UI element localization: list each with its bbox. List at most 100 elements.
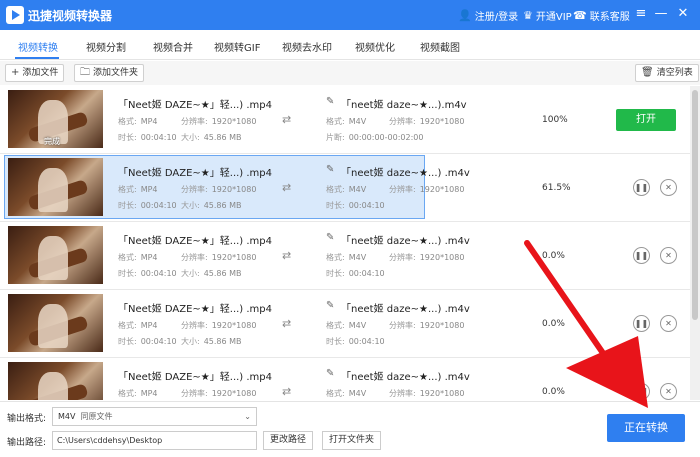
edit-name-icon[interactable]: ✎ <box>326 368 334 379</box>
source-size: 大小: 45.86 MB <box>181 268 242 279</box>
resolution-val: 1920*1080 <box>211 185 257 194</box>
format-val: M4V <box>348 253 367 262</box>
output-segment: 时长: 00:04:10 <box>326 200 385 211</box>
format-val: M4V <box>348 117 367 126</box>
source-resolution: 分辨率: 1920*1080 <box>181 320 256 331</box>
video-thumbnail: 完成 <box>8 90 103 148</box>
output-format: 格式: M4V <box>326 388 366 399</box>
pause-icon[interactable]: ❚❚ <box>633 315 650 332</box>
open-button[interactable]: 打开 <box>616 109 676 131</box>
active-tab-indicator <box>15 57 59 59</box>
list-scrollbar[interactable] <box>690 86 700 400</box>
segment-val: 00:04:10 <box>348 269 385 278</box>
edit-name-icon[interactable]: ✎ <box>326 300 334 311</box>
source-duration: 时长: 00:04:10 <box>118 336 177 347</box>
add-file-label: 添加文件 <box>22 68 59 78</box>
file-row[interactable]: 「Neet姬 DAZE~★」轻...) .mp4 格式: MP4 分辨率: 1920*1… <box>0 358 690 400</box>
close-icon[interactable]: ✕ <box>674 5 692 23</box>
video-thumbnail <box>8 294 103 352</box>
output-format: 格式: M4V <box>326 116 366 127</box>
source-format: 格式: MP4 <box>118 252 158 263</box>
resolution-key: 分辨率: <box>389 253 416 262</box>
app-logo-icon <box>6 6 24 24</box>
output-format: 格式: M4V <box>326 320 366 331</box>
output-segment: 时长: 00:04:10 <box>326 268 385 279</box>
login-label: 注册/登录 <box>474 12 519 23</box>
tab-video-optimize[interactable]: 视频优化 <box>355 39 395 54</box>
video-thumbnail <box>8 362 103 400</box>
bottom-bar: 输出格式: M4V 同原文件 ⌄ 输出路径: C:\Users\cddehsy\D… <box>0 401 700 457</box>
edit-name-icon[interactable]: ✎ <box>326 164 334 175</box>
size-key: 大小: <box>181 269 200 278</box>
file-row[interactable]: 「Neet姬 DAZE~★」轻...) .mp4 格式: MP4 分辨率: 1920*1… <box>0 154 690 222</box>
thumb-status: 完成 <box>44 137 60 146</box>
minimize-icon[interactable]: — <box>652 5 670 23</box>
app-title: 迅捷视频转换器 <box>28 9 113 23</box>
convert-button[interactable]: 正在转换 <box>607 414 685 442</box>
clear-list-button[interactable]: 🗑 清空列表 <box>635 64 699 82</box>
resolution-key: 分辨率: <box>181 389 208 398</box>
output-file-name: 「neet姬 daze~★...) .m4v <box>341 304 470 315</box>
tab-video-to-gif[interactable]: 视频转GIF <box>214 39 260 54</box>
tab-video-screenshot[interactable]: 视频截图 <box>420 39 460 54</box>
size-val: 45.86 MB <box>203 201 242 210</box>
video-thumbnail <box>8 158 103 216</box>
pause-icon[interactable]: ❚❚ <box>633 247 650 264</box>
cancel-icon[interactable]: ✕ <box>660 383 677 400</box>
file-row[interactable]: 「Neet姬 DAZE~★」轻...) .mp4 格式: MP4 分辨率: 1920*1… <box>0 222 690 290</box>
vip-link[interactable]: ♛ 开通VIP <box>523 8 572 23</box>
output-file-name: 「neet姬 daze~★...) .m4v <box>341 168 470 179</box>
resolution-key: 分辨率: <box>181 185 208 194</box>
segment-val: 00:04:10 <box>348 201 385 210</box>
resolution-key: 分辨率: <box>389 185 416 194</box>
tab-video-convert[interactable]: 视频转换 <box>18 39 58 54</box>
trash-icon: 🗑 <box>641 67 654 78</box>
format-val: MP4 <box>140 253 158 262</box>
login-link[interactable]: 👤 注册/登录 <box>458 8 518 23</box>
pause-icon[interactable]: ❚❚ <box>633 383 650 400</box>
output-file-name: 「neet姬 daze~★...) .m4v <box>341 372 470 383</box>
source-resolution: 分辨率: 1920*1080 <box>181 252 256 263</box>
resolution-val: 1920*1080 <box>419 253 465 262</box>
shuffle-icon: ⇄ <box>282 181 292 194</box>
service-link[interactable]: ☎ 联系客服 <box>573 8 630 23</box>
cancel-icon[interactable]: ✕ <box>660 315 677 332</box>
size-key: 大小: <box>181 337 200 346</box>
tab-video-split[interactable]: 视频分割 <box>86 39 126 54</box>
clear-list-label: 清空列表 <box>656 68 693 78</box>
file-row[interactable]: 完成 「Neet姬 DAZE~★」轻...) .mp4 格式: MP4 分辨率: 1920… <box>0 86 690 154</box>
thumb-figure <box>38 372 68 400</box>
output-path-input[interactable]: C:\Users\cddehsy\Desktop <box>52 431 257 450</box>
pause-icon[interactable]: ❚❚ <box>633 179 650 196</box>
tab-remove-watermark[interactable]: 视频去水印 <box>282 39 332 54</box>
resolution-val: 1920*1080 <box>419 185 465 194</box>
crown-icon: ♛ <box>523 9 533 22</box>
add-file-button[interactable]: + 添加文件 <box>5 64 65 82</box>
duration-val: 00:04:10 <box>140 269 177 278</box>
tab-video-merge[interactable]: 视频合并 <box>153 39 193 54</box>
folder-icon: 🗀 <box>80 67 90 78</box>
output-file-name: 「neet姬 daze~★...).m4v <box>341 100 467 111</box>
cancel-icon[interactable]: ✕ <box>660 179 677 196</box>
source-size: 大小: 45.86 MB <box>181 200 242 211</box>
output-format: 格式: M4V <box>326 252 366 263</box>
output-format-select[interactable]: M4V 同原文件 ⌄ <box>52 407 257 426</box>
output-resolution: 分辨率: 1920*1080 <box>389 320 464 331</box>
open-folder-button[interactable]: 打开文件夹 <box>322 431 382 450</box>
resolution-key: 分辨率: <box>389 389 416 398</box>
cancel-icon[interactable]: ✕ <box>660 247 677 264</box>
menu-icon[interactable]: ≡ <box>632 5 650 23</box>
thumb-figure <box>38 304 68 348</box>
edit-name-icon[interactable]: ✎ <box>326 232 334 243</box>
segment-val: 00:04:10 <box>348 337 385 346</box>
segment-key: 时长: <box>326 201 345 210</box>
add-folder-button[interactable]: 🗀 添加文件夹 <box>74 64 145 82</box>
format-val: MP4 <box>140 185 158 194</box>
change-path-button[interactable]: 更改路径 <box>263 431 314 450</box>
edit-name-icon[interactable]: ✎ <box>326 96 334 107</box>
vip-label: 开通VIP <box>535 12 572 23</box>
output-path-label: 输出路径: <box>7 438 47 448</box>
scroll-thumb[interactable] <box>692 90 698 320</box>
source-file-name: 「Neet姬 DAZE~★」轻...) .mp4 <box>118 304 273 315</box>
file-row[interactable]: 「Neet姬 DAZE~★」轻...) .mp4 格式: MP4 分辨率: 1920*1… <box>0 290 690 358</box>
